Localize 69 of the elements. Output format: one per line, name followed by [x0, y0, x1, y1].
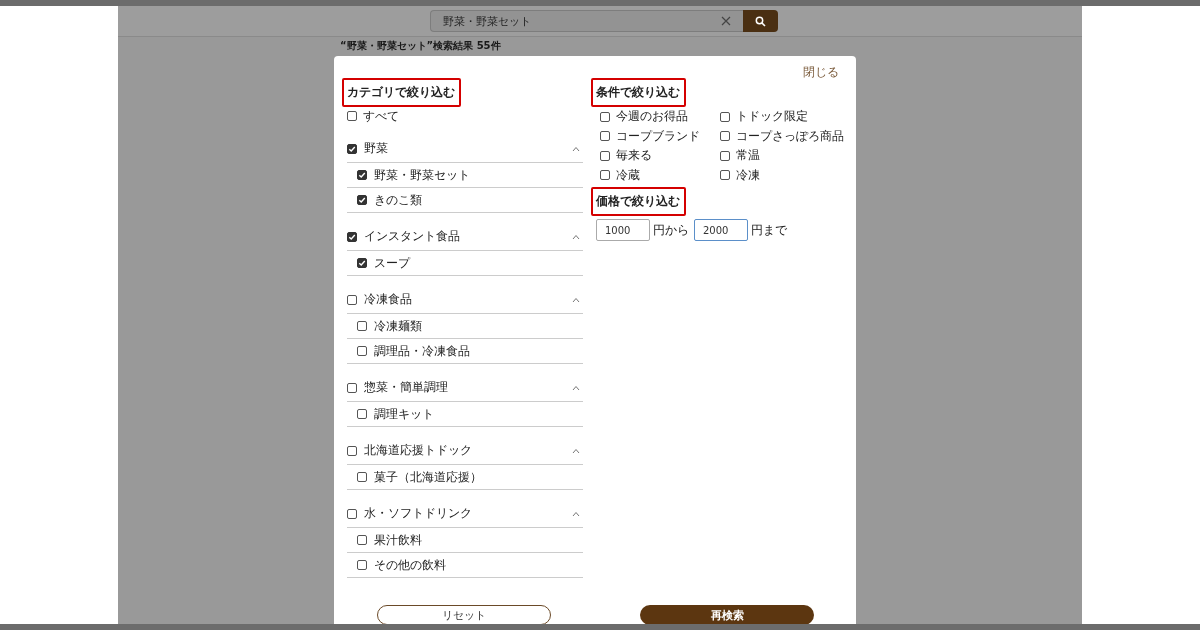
checkbox[interactable]: [357, 346, 367, 356]
checkbox-label: 毎来る: [616, 147, 652, 165]
checkbox-label: コープさっぽろ商品: [736, 127, 844, 145]
subcategory-label: 調理キット: [374, 405, 434, 423]
checkbox[interactable]: [347, 382, 357, 393]
checkbox-label: 冷蔵: [616, 166, 640, 184]
checkbox-label: すべて: [363, 107, 399, 125]
search-button[interactable]: [743, 10, 778, 32]
category-label: 北海道応援トドック: [364, 442, 472, 459]
section-heading: 価格で絞り込む: [591, 187, 686, 216]
subcategory-label: 冷凍麺類: [374, 317, 422, 335]
checkbox-label: 冷凍: [736, 166, 760, 184]
checkbox[interactable]: [600, 150, 610, 161]
checkbox-label: トドック限定: [736, 108, 808, 126]
search-again-button[interactable]: 再検索: [640, 605, 814, 624]
category-label: 冷凍食品: [364, 291, 412, 308]
checkbox[interactable]: [357, 321, 367, 331]
caret-icon[interactable]: [572, 233, 580, 240]
price-suffix: 円から: [653, 221, 689, 239]
checkbox[interactable]: [347, 508, 357, 519]
category-label: 野菜: [364, 140, 388, 157]
caret-icon[interactable]: [572, 296, 580, 303]
checkbox[interactable]: [357, 560, 367, 570]
price-suffix: 円まで: [751, 221, 787, 239]
checkbox[interactable]: [600, 131, 610, 142]
checkbox[interactable]: [347, 111, 357, 121]
caret-icon[interactable]: [572, 447, 580, 454]
checkbox[interactable]: [347, 445, 357, 456]
search-icon: [755, 15, 766, 27]
subcategory-label: 調理品・冷凍食品: [374, 342, 470, 360]
search-field[interactable]: 野菜・野菜セット: [430, 10, 743, 32]
category-label: 惣菜・簡単調理: [364, 379, 448, 396]
subcategory-label: 果汁飲料: [374, 531, 422, 549]
checkbox[interactable]: [357, 195, 367, 205]
checkbox[interactable]: [357, 409, 367, 419]
checkbox[interactable]: [347, 231, 357, 242]
subcategory-label: その他の飲料: [374, 556, 446, 574]
checkbox-label: 今週のお得品: [616, 108, 688, 126]
section-heading: カテゴリで絞り込む: [342, 78, 461, 107]
checkbox[interactable]: [357, 170, 367, 180]
reset-button[interactable]: リセット: [377, 605, 551, 624]
subcategory-label: 菓子（北海道応援）: [374, 468, 482, 486]
close-link[interactable]: 閉じる: [803, 64, 844, 78]
category-label: 水・ソフトドリンク: [364, 505, 472, 522]
clear-icon[interactable]: [721, 16, 731, 26]
checkbox[interactable]: [720, 131, 730, 142]
caret-icon[interactable]: [572, 510, 580, 517]
checkbox[interactable]: [600, 111, 610, 122]
min-price-field[interactable]: 1000: [596, 219, 650, 241]
subcategory-label: きのこ類: [374, 191, 422, 209]
checkbox[interactable]: [357, 472, 367, 482]
max-price-field[interactable]: 2000: [694, 219, 748, 241]
caret-icon[interactable]: [572, 145, 580, 152]
result-summary: “野菜・野菜セット”検索結果 55件: [340, 40, 502, 52]
caret-icon[interactable]: [572, 384, 580, 391]
checkbox[interactable]: [347, 143, 357, 154]
checkbox[interactable]: [347, 294, 357, 305]
subcategory-label: スープ: [374, 254, 410, 272]
checkbox[interactable]: [357, 258, 367, 268]
checkbox[interactable]: [357, 535, 367, 545]
checkbox[interactable]: [720, 111, 730, 122]
category-label: インスタント食品: [364, 228, 460, 245]
checkbox-label: 常温: [736, 147, 760, 165]
subcategory-label: 野菜・野菜セット: [374, 166, 470, 184]
checkbox[interactable]: [720, 170, 730, 181]
checkbox-label: コープブランド: [616, 127, 700, 145]
checkbox[interactable]: [720, 150, 730, 161]
section-heading: 条件で絞り込む: [591, 78, 686, 107]
checkbox[interactable]: [600, 170, 610, 181]
